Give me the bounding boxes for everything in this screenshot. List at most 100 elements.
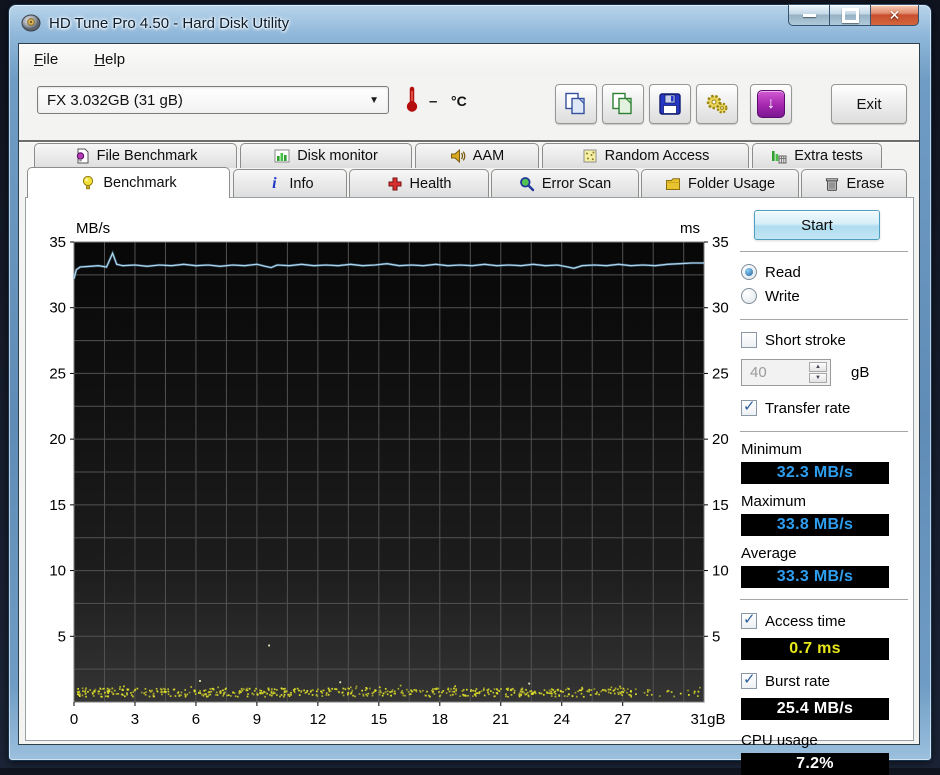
tab-file-benchmark[interactable]: File Benchmark xyxy=(34,143,237,168)
benchmark-panel: 5 10 15 20 25 30 35 5 10 15 20 25 30 35 MB/s ms 0 3 6 9 12 15… xyxy=(25,197,914,775)
copy-pages-green-icon xyxy=(612,92,632,115)
average-label: Average xyxy=(741,545,797,562)
burst-rate-checkbox[interactable] xyxy=(741,672,757,689)
tab-erase[interactable]: Erase xyxy=(801,169,907,197)
short-stroke-unit-label: gB xyxy=(851,364,870,381)
svg-text:31gB: 31gB xyxy=(690,711,725,728)
spinner-buttons: ▲ ▼ xyxy=(809,362,827,383)
cpu-usage-value: 7.2% xyxy=(741,753,889,775)
update-button[interactable]: ↓ xyxy=(750,84,792,124)
folder-icon xyxy=(665,176,681,192)
svg-text:5: 5 xyxy=(712,628,720,645)
spinner-down-button[interactable]: ▼ xyxy=(809,373,827,383)
tab-info[interactable]: i Info xyxy=(233,169,347,197)
svg-text:24: 24 xyxy=(553,711,570,728)
access-time-checkbox[interactable] xyxy=(741,612,757,629)
access-time-label: Access time xyxy=(765,612,846,630)
benchmark-chart: 5 10 15 20 25 30 35 5 10 15 20 25 30 35 MB/s ms 0 3 6 9 12 15… xyxy=(49,220,729,728)
maximum-label: Maximum xyxy=(741,493,807,510)
thermometer-icon xyxy=(405,85,419,118)
short-stroke-label: Short stroke xyxy=(765,331,846,349)
maximize-button[interactable] xyxy=(829,4,871,26)
svg-text:20: 20 xyxy=(712,431,729,448)
svg-text:MB/s: MB/s xyxy=(76,220,110,237)
tab-label: Disk monitor xyxy=(297,148,378,164)
start-button[interactable]: Start xyxy=(754,210,880,240)
menu-file[interactable]: File xyxy=(34,51,58,68)
access-time-row[interactable]: Access time xyxy=(741,609,910,633)
svg-text:21: 21 xyxy=(492,711,509,728)
svg-text:10: 10 xyxy=(49,563,66,580)
tab-extra-tests[interactable]: Extra tests xyxy=(752,143,882,168)
trash-icon xyxy=(824,176,840,192)
tab-label: AAM xyxy=(472,148,505,164)
tab-health[interactable]: Health xyxy=(349,169,489,197)
minimize-button[interactable] xyxy=(788,4,829,26)
separator xyxy=(740,319,908,320)
read-radio[interactable] xyxy=(741,264,757,280)
write-radio[interactable] xyxy=(741,288,757,304)
tab-benchmark[interactable]: Benchmark xyxy=(27,167,230,198)
tab-aam[interactable]: AAM xyxy=(415,143,539,168)
menu-help[interactable]: Help xyxy=(94,51,125,68)
access-time-value: 0.7 ms xyxy=(741,638,889,660)
chevron-down-icon: ▼ xyxy=(369,94,379,106)
window-title: HD Tune Pro 4.50 - Hard Disk Utility xyxy=(49,14,290,32)
short-stroke-size-input[interactable]: 40 ▲ ▼ xyxy=(741,359,831,386)
svg-text:6: 6 xyxy=(192,711,200,728)
tab-label: Error Scan xyxy=(541,175,612,192)
transfer-rate-checkbox[interactable] xyxy=(741,399,757,416)
burst-rate-group: Burst rate 25.4 MB/s xyxy=(738,669,910,720)
tab-random-access[interactable]: Random Access xyxy=(542,143,749,168)
separator xyxy=(740,599,908,600)
short-stroke-row[interactable]: Short stroke xyxy=(741,328,910,352)
tab-label: Erase xyxy=(846,175,885,192)
tab-label: Folder Usage xyxy=(687,175,776,192)
disk-monitor-icon xyxy=(274,148,290,164)
svg-text:15: 15 xyxy=(370,711,387,728)
svg-text:27: 27 xyxy=(614,711,631,728)
tab-label: File Benchmark xyxy=(96,148,198,164)
temperature-unit: °C xyxy=(451,93,467,109)
gears-icon xyxy=(706,94,728,114)
copy-text-button[interactable] xyxy=(602,84,644,124)
read-radio-label: Read xyxy=(765,263,801,281)
read-radio-row[interactable]: Read xyxy=(741,260,910,284)
burst-rate-label: Burst rate xyxy=(765,672,831,690)
extra-tests-icon xyxy=(771,148,787,164)
tab-disk-monitor[interactable]: Disk monitor xyxy=(240,143,412,168)
tab-label: Extra tests xyxy=(794,148,863,164)
spinner-up-button[interactable]: ▲ xyxy=(809,362,827,372)
svg-text:9: 9 xyxy=(253,711,261,728)
svg-text:25: 25 xyxy=(712,365,729,382)
benchmark-controls: Start Read Write Short stroke 40 ▲ ▼ gB … xyxy=(738,210,910,775)
options-button[interactable] xyxy=(696,84,738,124)
close-icon: ✕ xyxy=(888,7,901,23)
minimum-label: Minimum xyxy=(741,441,802,458)
close-button[interactable]: ✕ xyxy=(871,4,919,26)
tab-label: Benchmark xyxy=(103,175,177,191)
toolbar: FX 3.032GB (31 gB) ▼ – °C ↓ Exit xyxy=(19,74,919,140)
tab-error-scan[interactable]: Error Scan xyxy=(491,169,639,197)
svg-text:5: 5 xyxy=(58,628,66,645)
write-radio-row[interactable]: Write xyxy=(741,284,910,308)
short-stroke-checkbox[interactable] xyxy=(741,332,757,348)
copy-screenshot-button[interactable] xyxy=(555,84,597,124)
tab-folder-usage[interactable]: Folder Usage xyxy=(641,169,799,197)
svg-text:30: 30 xyxy=(49,300,66,317)
burst-rate-row[interactable]: Burst rate xyxy=(741,669,910,693)
svg-text:25: 25 xyxy=(49,365,66,382)
app-disk-icon xyxy=(21,14,41,32)
transfer-rate-row[interactable]: Transfer rate xyxy=(741,396,910,420)
average-value: 33.3 MB/s xyxy=(741,566,889,588)
separator xyxy=(740,251,908,252)
maximum-value: 33.8 MB/s xyxy=(741,514,889,536)
minimize-icon xyxy=(802,13,816,17)
exit-button[interactable]: Exit xyxy=(831,84,907,124)
cpu-usage-label: CPU usage xyxy=(741,732,818,749)
tab-row-front: Benchmark i Info Health Error Scan Folde… xyxy=(19,167,919,198)
drive-select[interactable]: FX 3.032GB (31 gB) ▼ xyxy=(37,86,389,114)
svg-text:15: 15 xyxy=(712,497,729,514)
save-button[interactable] xyxy=(649,84,691,124)
tab-row-back: File Benchmark Disk monitor AAM Random A… xyxy=(19,142,919,168)
